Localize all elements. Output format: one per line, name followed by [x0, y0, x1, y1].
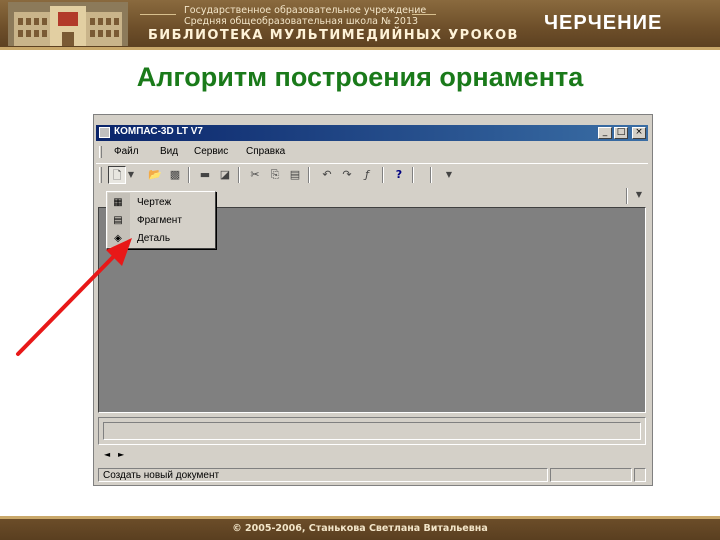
window-title: КОМПАС-3D LT V7 — [114, 126, 203, 137]
dropdown-item-fragment[interactable]: ▤ Фрагмент — [107, 212, 215, 230]
copy-icon[interactable]: ⎘ — [266, 166, 284, 184]
school-name-line1: Государственное образовательное учрежден… — [184, 5, 427, 16]
standard-toolbar: 🗋 ▼ 📂 ▩ ▬ ◪ ✂ ⎘ ▤ ↶ ↷ ƒ ? ▼ — [96, 163, 648, 185]
toolbar-separator — [308, 167, 310, 183]
open-folder-icon[interactable]: 📂 — [146, 166, 164, 184]
chevron-down-icon[interactable]: ▼ — [634, 186, 644, 204]
drawing-icon: ▦ — [113, 197, 123, 208]
school-building-image — [8, 2, 128, 46]
footer-bar: © 2005-2006, Станькова Светлана Витальев… — [0, 516, 720, 540]
dropdown-item-label: Чертеж — [137, 197, 172, 208]
paste-icon[interactable]: ▤ — [286, 166, 304, 184]
scroll-right-icon[interactable]: ► — [118, 450, 124, 459]
toolbar-separator — [412, 167, 414, 183]
school-name-line2: Средняя общеобразовательная школа № 2013 — [184, 16, 419, 27]
toolbar-grip — [99, 167, 102, 183]
header-divider — [140, 14, 176, 15]
maximize-button[interactable]: □ — [614, 127, 628, 139]
library-title: БИБЛИОТЕКА МУЛЬТИМЕДИЙНЫХ УРОКОВ — [148, 28, 519, 43]
function-icon[interactable]: ƒ — [358, 166, 376, 184]
cut-icon[interactable]: ✂ — [246, 166, 264, 184]
save-icon[interactable]: ▩ — [166, 166, 184, 184]
toolbar-separator — [430, 167, 432, 183]
slide-title: Алгоритм построения орнамента — [136, 62, 584, 92]
print-icon[interactable]: ▬ — [196, 166, 214, 184]
minimize-button[interactable]: _ — [598, 127, 612, 139]
status-message: Создать новый документ — [103, 470, 220, 481]
horizontal-scrollbar[interactable]: ◄ ► — [98, 448, 646, 464]
status-field — [550, 468, 632, 482]
toolbar-separator — [238, 167, 240, 183]
subject-title: ЧЕРЧЕНИЕ — [544, 12, 663, 34]
status-field — [634, 468, 646, 482]
kompas-window: КОМПАС-3D LT V7 _ □ × Файл Вид Сервис Сп… — [93, 114, 653, 486]
menu-help[interactable]: Справка — [246, 146, 285, 157]
scroll-left-icon[interactable]: ◄ — [104, 450, 110, 459]
undo-icon[interactable]: ↶ — [318, 166, 336, 184]
properties-field[interactable] — [103, 422, 641, 440]
help-pointer-icon[interactable]: ? — [390, 166, 408, 184]
status-bar: Создать новый документ — [96, 467, 648, 483]
dropdown-item-drawing[interactable]: ▦ Чертеж — [107, 194, 215, 212]
chevron-down-icon[interactable]: ▼ — [444, 166, 454, 184]
toolbar-separator — [626, 188, 628, 204]
chevron-down-icon[interactable]: ▼ — [126, 166, 136, 184]
pointer-arrow — [16, 238, 132, 356]
fragment-icon: ▤ — [113, 215, 123, 226]
new-document-icon[interactable]: 🗋 — [108, 166, 126, 184]
close-button[interactable]: × — [632, 127, 646, 139]
dropdown-item-label: Фрагмент — [137, 215, 182, 226]
header-banner: Государственное образовательное учрежден… — [0, 0, 720, 50]
redo-icon[interactable]: ↷ — [338, 166, 356, 184]
menu-view[interactable]: Вид — [160, 146, 178, 157]
status-message-field: Создать новый документ — [98, 468, 548, 482]
dropdown-item-label: Деталь — [137, 233, 171, 244]
menu-file[interactable]: Файл — [114, 146, 139, 157]
toolbar-grip — [99, 146, 102, 158]
menubar: Файл Вид Сервис Справка — [96, 143, 648, 161]
toolbar-separator — [382, 167, 384, 183]
toolbar-separator — [188, 167, 190, 183]
properties-panel — [98, 417, 646, 445]
menu-service[interactable]: Сервис — [194, 146, 228, 157]
app-icon — [99, 127, 110, 138]
copyright-text: © 2005-2006, Станькова Светлана Витальев… — [232, 523, 488, 534]
window-titlebar: КОМПАС-3D LT V7 _ □ × — [96, 125, 648, 141]
preview-icon[interactable]: ◪ — [216, 166, 234, 184]
